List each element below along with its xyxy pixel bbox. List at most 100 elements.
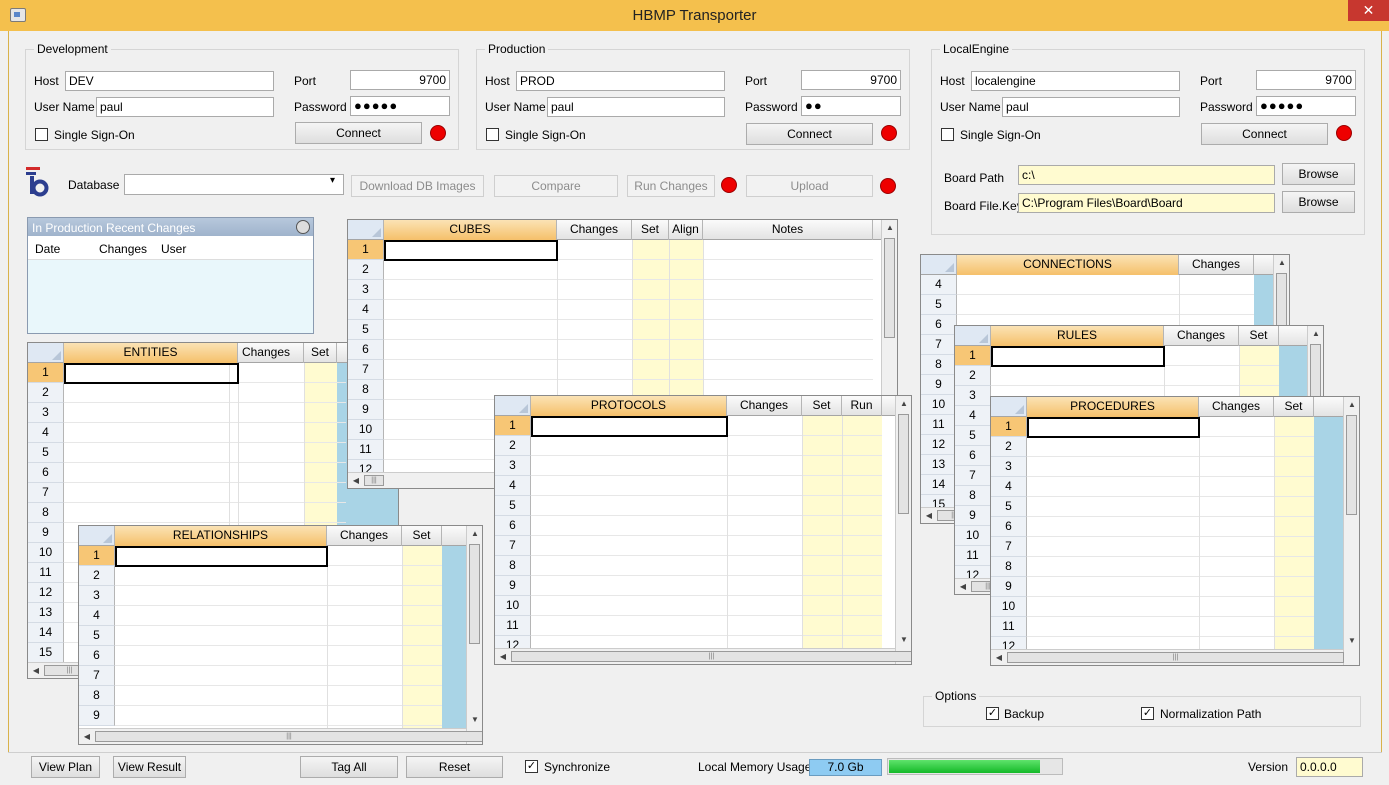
- table-row[interactable]: [531, 556, 882, 576]
- row-number[interactable]: 8: [79, 686, 115, 706]
- row-number[interactable]: 11: [991, 617, 1027, 637]
- row-number[interactable]: 3: [991, 457, 1027, 477]
- table-row[interactable]: [531, 456, 882, 476]
- column-header-title[interactable]: RULES: [991, 326, 1164, 346]
- prod-port-input[interactable]: 9700: [801, 70, 901, 90]
- dev-password-input[interactable]: ●●●●●: [350, 96, 450, 116]
- column-header[interactable]: Changes: [727, 396, 802, 416]
- row-number[interactable]: 12: [921, 435, 957, 455]
- row-number[interactable]: 10: [348, 420, 384, 440]
- close-icon[interactable]: ✕: [1348, 0, 1389, 21]
- row-number[interactable]: 2: [79, 566, 115, 586]
- vertical-scroll-thumb[interactable]: [469, 544, 480, 644]
- synchronize-checkbox[interactable]: ✓: [525, 760, 538, 773]
- row-number[interactable]: 11: [348, 440, 384, 460]
- row-number[interactable]: 2: [955, 366, 991, 386]
- row-number[interactable]: 15: [28, 643, 64, 663]
- row-number[interactable]: 9: [79, 706, 115, 726]
- row-number[interactable]: 9: [28, 523, 64, 543]
- row-number[interactable]: 5: [28, 443, 64, 463]
- row-number[interactable]: 3: [955, 386, 991, 406]
- table-row[interactable]: [1027, 497, 1314, 517]
- normalization-checkbox[interactable]: ✓: [1141, 707, 1154, 720]
- column-header[interactable]: Changes: [1179, 255, 1254, 275]
- row-number[interactable]: 5: [348, 320, 384, 340]
- table-row[interactable]: [531, 436, 882, 456]
- column-header[interactable]: Run: [842, 396, 882, 416]
- row-number[interactable]: 6: [991, 517, 1027, 537]
- table-row[interactable]: [531, 616, 882, 636]
- scroll-left-icon[interactable]: ◀: [921, 508, 937, 523]
- prod-sso-checkbox[interactable]: [486, 128, 499, 141]
- table-row[interactable]: [384, 300, 873, 320]
- row-number[interactable]: 10: [991, 597, 1027, 617]
- procedures-grid[interactable]: 123456789101112PROCEDURESChangesSet▲▼◀▶|…: [990, 396, 1360, 666]
- row-number[interactable]: 6: [495, 516, 531, 536]
- row-number[interactable]: 4: [495, 476, 531, 496]
- row-number[interactable]: 1: [991, 417, 1027, 437]
- dev-sso-checkbox[interactable]: [35, 128, 48, 141]
- database-select[interactable]: [124, 174, 344, 195]
- row-number[interactable]: 3: [495, 456, 531, 476]
- horizontal-scroll-thumb[interactable]: |||: [1007, 652, 1344, 663]
- board-file-input[interactable]: C:\Program Files\Board\Board: [1018, 193, 1275, 213]
- column-header[interactable]: Changes: [1199, 397, 1274, 417]
- table-row[interactable]: [115, 626, 442, 646]
- row-number[interactable]: 7: [28, 483, 64, 503]
- scroll-down-icon[interactable]: ▼: [896, 632, 911, 648]
- local-host-input[interactable]: localengine: [971, 71, 1180, 91]
- prod-password-input[interactable]: ●●: [801, 96, 901, 116]
- view-result-button[interactable]: View Result: [113, 756, 186, 778]
- row-number[interactable]: 5: [955, 426, 991, 446]
- column-header[interactable]: Align: [669, 220, 703, 240]
- local-sso-checkbox[interactable]: [941, 128, 954, 141]
- row-number[interactable]: 2: [495, 436, 531, 456]
- row-number[interactable]: 14: [28, 623, 64, 643]
- scroll-up-icon[interactable]: ▲: [882, 220, 897, 236]
- row-number[interactable]: 10: [921, 395, 957, 415]
- row-number[interactable]: 3: [79, 586, 115, 606]
- row-number[interactable]: 1: [495, 416, 531, 436]
- table-row[interactable]: [115, 706, 442, 726]
- column-header[interactable]: Set: [402, 526, 442, 546]
- row-number[interactable]: 8: [955, 486, 991, 506]
- row-number[interactable]: 8: [495, 556, 531, 576]
- row-number[interactable]: 11: [921, 415, 957, 435]
- row-number[interactable]: 3: [28, 403, 64, 423]
- table-row[interactable]: [1027, 477, 1314, 497]
- table-row[interactable]: [957, 275, 1254, 295]
- table-row[interactable]: [115, 686, 442, 706]
- scroll-left-icon[interactable]: ◀: [28, 663, 44, 678]
- backup-checkbox[interactable]: ✓: [986, 707, 999, 720]
- scroll-up-icon[interactable]: ▲: [1308, 326, 1323, 342]
- prod-host-input[interactable]: PROD: [516, 71, 725, 91]
- row-number[interactable]: 4: [921, 275, 957, 295]
- vertical-scroll-thumb[interactable]: [884, 238, 895, 338]
- row-number[interactable]: 11: [28, 563, 64, 583]
- row-number[interactable]: 2: [991, 437, 1027, 457]
- tag-all-button[interactable]: Tag All: [300, 756, 398, 778]
- table-row[interactable]: [384, 320, 873, 340]
- row-number[interactable]: 7: [991, 537, 1027, 557]
- row-number[interactable]: 10: [955, 526, 991, 546]
- table-row[interactable]: [531, 496, 882, 516]
- row-number[interactable]: 7: [495, 536, 531, 556]
- board-file-browse-button[interactable]: Browse: [1282, 191, 1355, 213]
- scroll-down-icon[interactable]: ▼: [1344, 633, 1359, 649]
- table-row[interactable]: [1027, 437, 1314, 457]
- scroll-up-icon[interactable]: ▲: [1274, 255, 1289, 271]
- dev-host-input[interactable]: DEV: [65, 71, 274, 91]
- column-header[interactable]: Changes: [557, 220, 632, 240]
- row-number[interactable]: 7: [921, 335, 957, 355]
- row-number[interactable]: 4: [79, 606, 115, 626]
- row-number[interactable]: 2: [28, 383, 64, 403]
- table-row[interactable]: [991, 366, 1279, 386]
- row-number[interactable]: 6: [79, 646, 115, 666]
- collapse-icon[interactable]: [296, 220, 310, 234]
- scroll-left-icon[interactable]: ◀: [348, 473, 364, 488]
- row-number[interactable]: 11: [495, 616, 531, 636]
- horizontal-scroll-thumb[interactable]: |||: [364, 475, 384, 486]
- column-header-title[interactable]: ENTITIES: [64, 343, 238, 363]
- column-header-title[interactable]: PROTOCOLS: [531, 396, 727, 416]
- row-number[interactable]: 13: [28, 603, 64, 623]
